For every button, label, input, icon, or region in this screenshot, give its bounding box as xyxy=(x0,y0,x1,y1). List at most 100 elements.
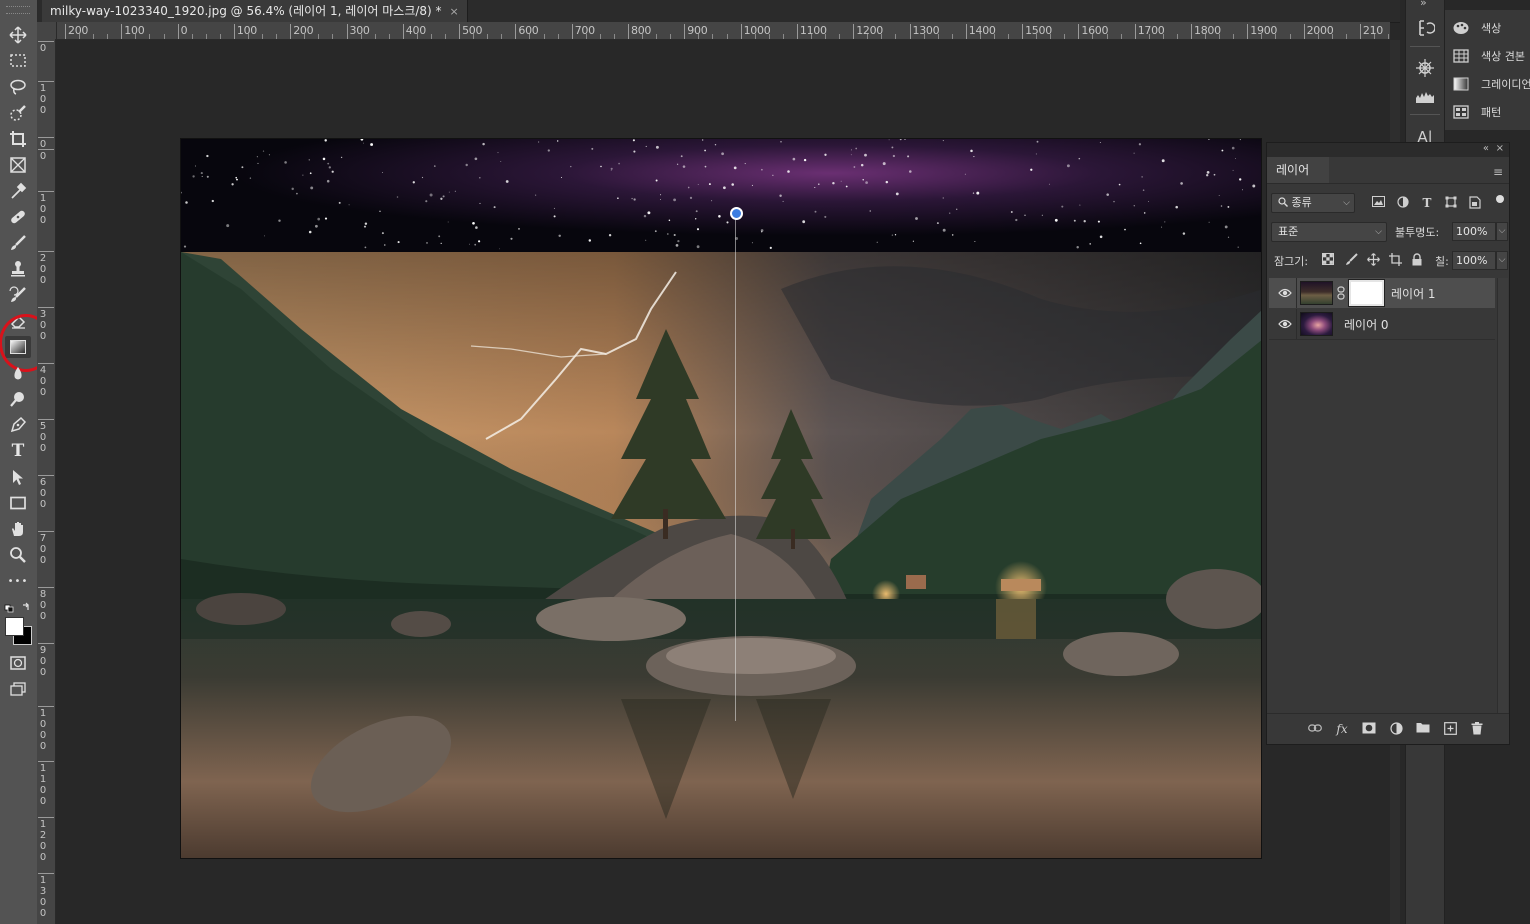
document-canvas[interactable] xyxy=(180,138,1262,859)
path-select-tool-icon[interactable] xyxy=(5,466,31,488)
link-layers-icon[interactable] xyxy=(1308,722,1322,736)
horizontal-ruler[interactable]: 200 100 0 100 200 300 400 500 600 700 800 900 1000 11… xyxy=(56,22,1404,40)
new-layer-icon[interactable] xyxy=(1443,722,1457,736)
star xyxy=(499,248,501,250)
history-icon[interactable] xyxy=(1414,18,1436,40)
opacity-input[interactable]: 100% xyxy=(1452,222,1496,241)
vertical-ruler[interactable]: 001 0 001 0 02 0 03 0 04 0 05 0 06 0 07 … xyxy=(37,39,56,924)
opacity-dropdown[interactable]: ⌵ xyxy=(1496,222,1508,241)
star xyxy=(1161,226,1163,228)
star xyxy=(421,176,424,179)
patterns-panel-item[interactable]: 패턴 xyxy=(1453,102,1501,122)
mask-link-icon[interactable] xyxy=(1337,286,1345,300)
visibility-eye-icon[interactable] xyxy=(1278,318,1292,330)
filter-toggle-switch[interactable] xyxy=(1496,195,1504,203)
move-tool-icon[interactable] xyxy=(5,24,31,46)
ruler-tick xyxy=(38,475,54,476)
history-brush-tool-icon[interactable] xyxy=(5,284,31,306)
type-tool-icon[interactable]: T xyxy=(5,440,31,462)
ruler-minor-tick xyxy=(1162,34,1164,39)
default-colors-icon[interactable] xyxy=(4,599,30,613)
shape-filter-icon[interactable] xyxy=(1444,196,1458,210)
quick-select-tool-icon[interactable] xyxy=(5,102,31,124)
tab-layers[interactable]: 레이어 xyxy=(1267,157,1329,183)
lock-artboard-icon[interactable] xyxy=(1388,253,1402,267)
color-swatches[interactable] xyxy=(4,616,32,645)
visibility-eye-icon[interactable] xyxy=(1278,287,1292,299)
foreground-color-swatch[interactable] xyxy=(5,617,24,636)
marquee-tool-icon[interactable] xyxy=(5,50,31,72)
stamp-tool-icon[interactable] xyxy=(5,258,31,280)
lasso-tool-icon[interactable] xyxy=(5,76,31,98)
ruler-minor-tick xyxy=(895,34,897,39)
new-group-icon[interactable] xyxy=(1416,722,1430,736)
adjustment-filter-icon[interactable] xyxy=(1396,196,1410,210)
adjustments-icon[interactable] xyxy=(1414,58,1436,80)
layer-row[interactable]: 레이어 0 xyxy=(1269,309,1495,339)
healing-brush-tool-icon[interactable] xyxy=(5,206,31,228)
screen-mode-icon[interactable] xyxy=(5,678,31,700)
fill-dropdown[interactable]: ⌵ xyxy=(1496,251,1508,270)
adjustment-layer-icon[interactable] xyxy=(1389,722,1403,736)
ruler-minor-tick xyxy=(318,34,320,39)
brush-tool-icon[interactable] xyxy=(5,232,31,254)
lock-position-icon[interactable] xyxy=(1366,253,1380,267)
expand-panels-icon[interactable]: » xyxy=(1420,0,1427,9)
ruler-tick xyxy=(38,307,54,308)
ruler-minor-tick xyxy=(557,34,559,39)
fill-input[interactable]: 100% xyxy=(1452,251,1496,270)
layer-row[interactable]: 레이어 1 xyxy=(1269,278,1495,308)
ruler-label: 1 0 0 xyxy=(39,193,47,226)
more-tools-icon[interactable]: ••• xyxy=(5,570,31,592)
star xyxy=(493,206,496,209)
ruler-minor-tick xyxy=(360,34,362,39)
patterns-panel-label: 패턴 xyxy=(1481,106,1502,119)
lock-image-icon[interactable] xyxy=(1344,253,1358,267)
blur-tool-icon[interactable] xyxy=(5,362,31,384)
toolbar-grip[interactable] xyxy=(6,6,30,14)
frame-tool-icon[interactable] xyxy=(5,154,31,176)
document-tab[interactable]: milky-way-1023340_1920.jpg @ 56.4% (레이어 … xyxy=(42,0,468,22)
layer-name[interactable]: 레이어 1 xyxy=(1391,285,1436,302)
star xyxy=(296,192,298,195)
swatches-panel-item[interactable]: 색상 견본 xyxy=(1453,46,1525,66)
gradient-start-handle[interactable] xyxy=(730,207,743,220)
color-panel-item[interactable]: 색상 xyxy=(1453,18,1501,38)
close-panel-icon[interactable]: × xyxy=(1496,143,1504,154)
panel-menu-icon[interactable]: ≡ xyxy=(1493,165,1503,179)
ruler-minor-tick xyxy=(107,34,109,39)
dodge-tool-icon[interactable] xyxy=(5,388,31,410)
smart-object-filter-icon[interactable] xyxy=(1468,196,1482,210)
layer-name[interactable]: 레이어 0 xyxy=(1344,316,1389,333)
close-icon[interactable]: × xyxy=(450,5,459,18)
collapse-panel-icon[interactable]: « xyxy=(1483,143,1489,154)
layers-scrollbar[interactable] xyxy=(1497,278,1508,716)
layer-mask-thumbnail[interactable] xyxy=(1348,279,1385,307)
type-filter-icon[interactable]: T xyxy=(1420,196,1434,210)
fx-icon[interactable]: fx xyxy=(1335,722,1349,736)
pen-tool-icon[interactable] xyxy=(5,414,31,436)
hand-tool-icon[interactable] xyxy=(5,518,31,540)
histogram-icon[interactable] xyxy=(1414,86,1436,108)
lock-all-icon[interactable] xyxy=(1410,253,1424,267)
star xyxy=(327,162,330,165)
eyedropper-tool-icon[interactable] xyxy=(5,180,31,202)
star xyxy=(1061,205,1064,208)
layer-thumbnail[interactable] xyxy=(1300,281,1333,305)
quick-mask-icon[interactable] xyxy=(5,652,31,674)
rectangle-tool-icon[interactable] xyxy=(5,492,31,514)
pixel-filter-icon[interactable] xyxy=(1371,196,1385,210)
lock-transparent-icon[interactable] xyxy=(1321,253,1335,267)
blend-mode-select[interactable]: 표준 ⌵ xyxy=(1271,222,1387,242)
add-mask-icon[interactable] xyxy=(1362,722,1376,736)
star xyxy=(862,179,864,181)
layers-panel: « × 레이어 ≡ 종류 ⌵ T 표준 ⌵ 불투명도: 100% ⌵ 잠그기: xyxy=(1266,142,1510,745)
star xyxy=(268,154,270,156)
zoom-tool-icon[interactable] xyxy=(5,544,31,566)
layer-filter-select[interactable]: 종류 ⌵ xyxy=(1271,193,1355,213)
delete-layer-icon[interactable] xyxy=(1470,722,1484,736)
layer-thumbnail[interactable] xyxy=(1300,312,1333,336)
gradients-panel-item[interactable]: 그레이디언 xyxy=(1453,74,1530,94)
layers-panel-titlebar[interactable]: « × xyxy=(1267,143,1509,157)
crop-tool-icon[interactable] xyxy=(5,128,31,150)
